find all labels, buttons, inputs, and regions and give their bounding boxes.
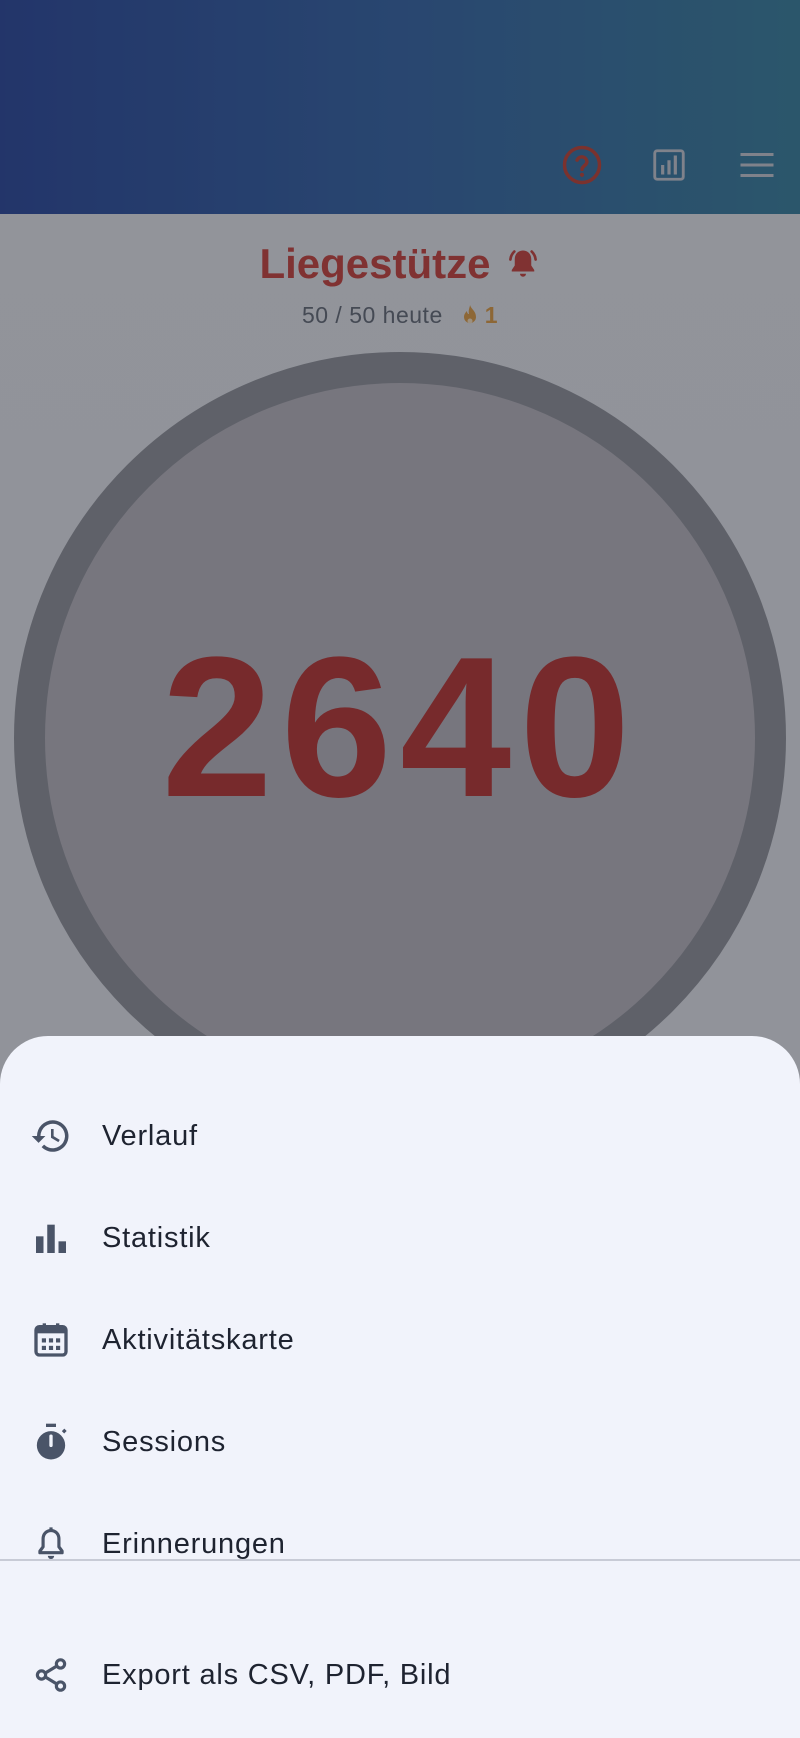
menu-item-label: Export als CSV, PDF, Bild (102, 1658, 452, 1691)
menu-item-export[interactable]: Export als CSV, PDF, Bild (0, 1625, 800, 1725)
bar-chart-icon (30, 1217, 72, 1259)
menu-item-erinnerungen[interactable]: Erinnerungen (0, 1494, 800, 1594)
history-icon (30, 1115, 72, 1157)
timer-icon (30, 1421, 72, 1463)
share-icon (30, 1654, 72, 1696)
menu-divider (0, 1559, 800, 1561)
menu-item-aktivitaetskarte[interactable]: Aktivitätskarte (0, 1290, 800, 1390)
menu-item-label: Erinnerungen (102, 1527, 286, 1560)
menu-item-label: Verlauf (102, 1119, 198, 1152)
menu-item-label: Aktivitätskarte (102, 1323, 295, 1356)
menu-item-statistik[interactable]: Statistik (0, 1188, 800, 1288)
menu-item-label: Sessions (102, 1425, 227, 1458)
menu-item-label: Statistik (102, 1221, 211, 1254)
menu-item-verlauf[interactable]: Verlauf (0, 1086, 800, 1186)
menu-item-sessions[interactable]: Sessions (0, 1392, 800, 1492)
calendar-icon (30, 1319, 72, 1361)
menu-bottom-sheet: Verlauf Statistik Aktivitätskarte Sessio… (0, 1036, 800, 1738)
